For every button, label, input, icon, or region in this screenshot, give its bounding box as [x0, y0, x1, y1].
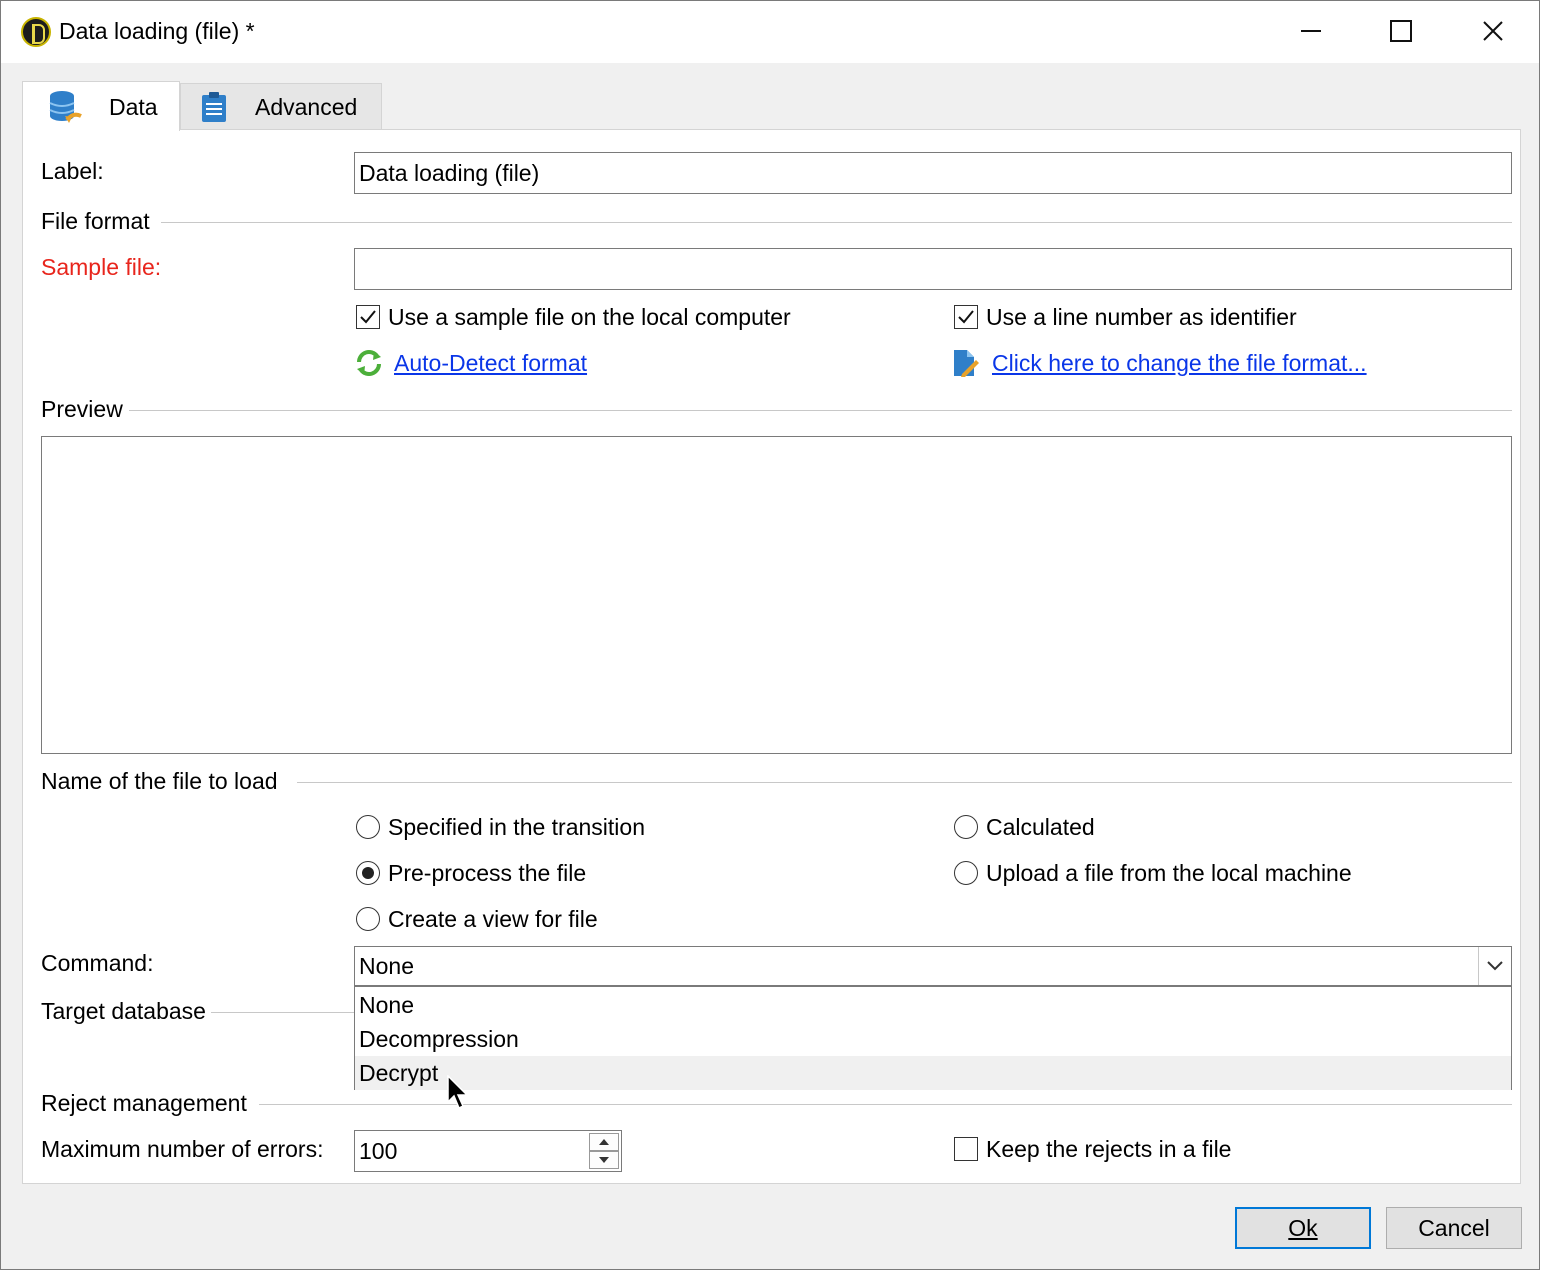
- arrow-up-icon: [599, 1139, 609, 1145]
- spin-down-button[interactable]: [589, 1151, 619, 1169]
- preview-section-title: Preview: [41, 396, 123, 422]
- tab-advanced-label: Advanced: [255, 94, 358, 120]
- command-selected-value: None: [359, 952, 414, 979]
- edit-document-icon: [954, 350, 979, 377]
- radio-create-view[interactable]: [356, 907, 380, 931]
- preview-divider: [129, 410, 1512, 411]
- command-caption: Command:: [41, 950, 154, 976]
- radio-calculated-label[interactable]: Calculated: [986, 814, 1095, 841]
- database-icon: [49, 91, 82, 123]
- keep-rejects-label[interactable]: Keep the rejects in a file: [986, 1136, 1231, 1163]
- minimize-button[interactable]: [1289, 11, 1333, 51]
- mouse-cursor-icon: [447, 1075, 469, 1110]
- clipboard-icon: [202, 92, 226, 122]
- maximize-icon: [1390, 20, 1412, 42]
- minimize-icon: [1301, 30, 1321, 32]
- dialog-window: Data loading (file) * Data Advanced Labe…: [0, 0, 1540, 1270]
- radio-create-view-label[interactable]: Create a view for file: [388, 906, 598, 933]
- radio-specified-in-transition[interactable]: [356, 815, 380, 839]
- reject-management-section-title: Reject management: [41, 1090, 247, 1116]
- command-select[interactable]: None: [354, 946, 1512, 986]
- arrow-down-icon: [599, 1157, 609, 1163]
- keep-rejects-checkbox[interactable]: [954, 1137, 978, 1161]
- ok-button-label: Ok: [1288, 1214, 1318, 1241]
- spin-up-button[interactable]: [589, 1133, 619, 1151]
- label-input[interactable]: Data loading (file): [354, 152, 1512, 194]
- cancel-button-label: Cancel: [1418, 1214, 1490, 1241]
- file-to-load-section-title: Name of the file to load: [41, 768, 278, 794]
- command-dropdown-button[interactable]: [1478, 947, 1511, 985]
- tab-data[interactable]: Data: [22, 81, 180, 131]
- cancel-button[interactable]: Cancel: [1386, 1207, 1522, 1249]
- tab-data-label: Data: [109, 94, 158, 120]
- sample-file-input[interactable]: [354, 248, 1512, 290]
- close-button[interactable]: [1471, 11, 1515, 51]
- max-errors-input[interactable]: 100: [354, 1130, 622, 1172]
- use-line-number-checkbox[interactable]: [954, 305, 978, 329]
- auto-detect-format-link[interactable]: Auto-Detect format: [394, 350, 587, 377]
- max-errors-caption: Maximum number of errors:: [41, 1136, 324, 1162]
- command-option-decompression[interactable]: Decompression: [355, 1022, 1511, 1056]
- max-errors-value: 100: [359, 1137, 398, 1164]
- max-errors-spinner[interactable]: [589, 1131, 621, 1171]
- use-line-number-label[interactable]: Use a line number as identifier: [986, 304, 1297, 331]
- preview-area[interactable]: [41, 436, 1512, 754]
- radio-specified-label[interactable]: Specified in the transition: [388, 814, 645, 841]
- close-icon: [1483, 21, 1503, 41]
- use-sample-local-label[interactable]: Use a sample file on the local computer: [388, 304, 791, 331]
- target-database-section-title: Target database: [41, 998, 206, 1024]
- ok-button[interactable]: Ok: [1235, 1207, 1371, 1249]
- data-tab-panel: Label: Data loading (file) File format S…: [22, 129, 1521, 1184]
- app-logo-icon: [21, 17, 51, 47]
- maximize-button[interactable]: [1379, 11, 1423, 51]
- command-option-none[interactable]: None: [355, 988, 1511, 1022]
- radio-preprocess-label[interactable]: Pre-process the file: [388, 860, 586, 887]
- checkmark-icon: [360, 310, 376, 324]
- command-options-list[interactable]: None Decompression Decrypt: [354, 986, 1512, 1090]
- radio-upload-local[interactable]: [954, 861, 978, 885]
- file-format-divider: [161, 222, 1512, 223]
- file-to-load-divider: [297, 782, 1512, 783]
- use-sample-local-checkbox[interactable]: [356, 305, 380, 329]
- refresh-icon: [357, 350, 381, 376]
- title-bar[interactable]: Data loading (file) *: [1, 1, 1539, 63]
- checkmark-icon: [958, 310, 974, 324]
- window-title: Data loading (file) *: [59, 18, 255, 44]
- tab-advanced[interactable]: Advanced: [180, 83, 382, 129]
- radio-preprocess-file[interactable]: [356, 861, 380, 885]
- file-format-section-title: File format: [41, 208, 150, 234]
- sample-file-caption: Sample file:: [41, 254, 162, 280]
- radio-calculated[interactable]: [954, 815, 978, 839]
- change-file-format-link[interactable]: Click here to change the file format...: [992, 350, 1367, 377]
- radio-upload-label[interactable]: Upload a file from the local machine: [986, 860, 1352, 887]
- label-caption: Label:: [41, 158, 104, 184]
- chevron-down-icon: [1487, 961, 1503, 971]
- command-option-decrypt[interactable]: Decrypt: [355, 1056, 1511, 1090]
